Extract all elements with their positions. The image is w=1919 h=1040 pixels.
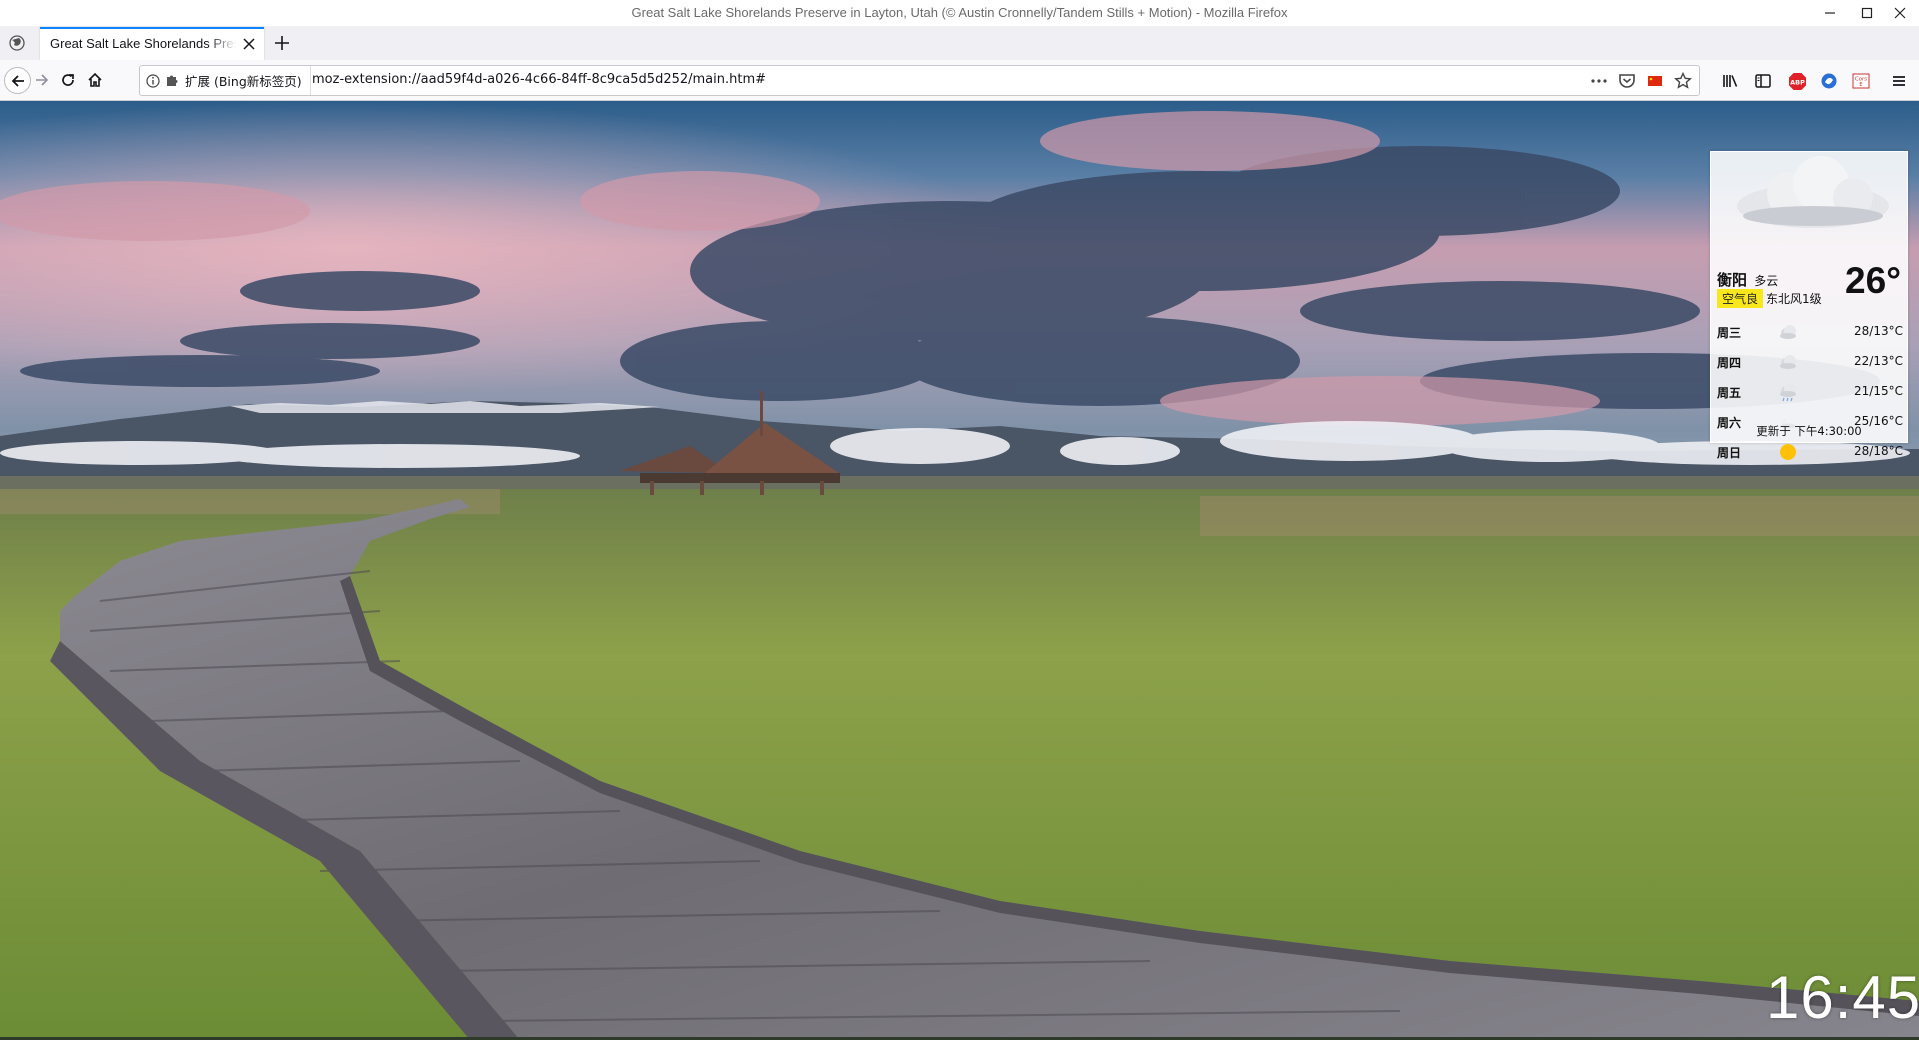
reload-button[interactable]: [56, 68, 80, 92]
sidebar-icon: [1755, 74, 1771, 88]
bookmark-star-icon[interactable]: [1673, 71, 1693, 91]
page-content: 衡阳 多云 26° 空气良 东北风1级 周三 28/13°C 周四 22/13°…: [0, 101, 1919, 1040]
library-icon: [1723, 75, 1738, 87]
url-bar[interactable]: 扩展 (Bing新标签页) moz-extension://aad59f4d-a…: [139, 65, 1700, 96]
current-temperature: 26°: [1845, 260, 1901, 301]
forecast-range: 22/13°C: [1854, 354, 1903, 368]
pocket-icon[interactable]: [1617, 71, 1637, 91]
extension-icon: [1821, 73, 1837, 89]
new-tab-icon[interactable]: [270, 31, 294, 55]
close-icon: [1894, 7, 1906, 19]
forecast-range: 28/18°C: [1854, 444, 1903, 458]
window-titlebar: Great Salt Lake Shorelands Preserve in L…: [0, 0, 1919, 26]
tab-active[interactable]: Great Salt Lake Shorelands Preserve in L…: [40, 27, 264, 60]
adblock-plus-button[interactable]: ABP: [1784, 68, 1810, 94]
menu-button[interactable]: [1886, 68, 1912, 94]
library-button[interactable]: [1718, 68, 1744, 94]
weather-updated-time: 更新于 下午4:30:00: [1756, 424, 1862, 438]
site-identity[interactable]: 扩展 (Bing新标签页): [140, 66, 311, 95]
puzzle-piece-icon: [167, 75, 178, 86]
svg-text:ABP: ABP: [1790, 78, 1805, 86]
svg-text:E: E: [1859, 82, 1862, 88]
forward-button[interactable]: [30, 68, 54, 92]
cloudy-icon: [1780, 355, 1796, 369]
minimize-button[interactable]: [1815, 2, 1845, 24]
close-window-button[interactable]: [1885, 2, 1915, 24]
adblock-plus-icon: ABP: [1788, 72, 1806, 90]
forecast-range: 21/15°C: [1854, 384, 1903, 398]
extension-button[interactable]: [1816, 68, 1842, 94]
weather-widget[interactable]: 衡阳 多云 26° 空气良 东北风1级 周三 28/13°C 周四 22/13°…: [1710, 151, 1908, 460]
forecast-range: 28/13°C: [1854, 324, 1903, 338]
navigation-toolbar: 扩展 (Bing新标签页) moz-extension://aad59f4d-a…: [0, 60, 1919, 101]
cloudy-icon: [1780, 325, 1796, 339]
more-actions-icon[interactable]: [1589, 71, 1609, 91]
forecast-row: 周三 28/13°C: [1717, 318, 1903, 348]
forecast-row: 周五 21/15°C: [1717, 378, 1903, 408]
minimize-icon: [1825, 12, 1835, 14]
tab-title: Great Salt Lake Shorelands Preserve in L…: [50, 36, 236, 51]
tab-strip: Great Salt Lake Shorelands Preserve in L…: [0, 26, 1919, 60]
china-flag-icon[interactable]: [1645, 71, 1665, 91]
clock: 16:45: [1766, 964, 1919, 1031]
globe-icon: [9, 35, 25, 51]
info-icon: [146, 73, 160, 88]
url-text[interactable]: moz-extension://aad59f4d-a026-4c66-84ff-…: [312, 72, 766, 87]
forecast-row: 周四 22/13°C: [1717, 348, 1903, 378]
cors-extension-icon: CorsE: [1852, 73, 1870, 89]
window-title: Great Salt Lake Shorelands Preserve in L…: [631, 5, 1288, 20]
maximize-button[interactable]: [1852, 2, 1882, 24]
back-arrow-icon: [11, 74, 24, 87]
maximize-icon: [1861, 7, 1873, 19]
rain-icon: [1780, 383, 1796, 402]
forecast-row: 周日 28/18°C: [1717, 438, 1903, 468]
forward-arrow-icon: [36, 74, 49, 86]
page-actions: [1589, 70, 1693, 92]
weather-city: 衡阳 多云: [1717, 269, 1778, 290]
sidebar-button[interactable]: [1750, 68, 1776, 94]
forecast-list: 周三 28/13°C 周四 22/13°C 周五 21/15°C 周六 25/1…: [1717, 318, 1903, 468]
cors-extension-button[interactable]: Cors E: [1848, 68, 1874, 94]
back-button[interactable]: [4, 67, 31, 94]
city-name: 衡阳: [1717, 271, 1748, 289]
wind-info: 东北风1级: [1766, 292, 1822, 306]
sunny-icon: [1780, 444, 1796, 460]
reload-icon: [62, 74, 74, 86]
background-photo: [0, 101, 1919, 1040]
forecast-day: 周五: [1717, 386, 1742, 400]
home-button[interactable]: [83, 68, 107, 92]
forecast-day: 周四: [1717, 356, 1742, 370]
forecast-day: 周三: [1717, 326, 1742, 340]
identity-label: 扩展 (Bing新标签页): [185, 74, 302, 89]
cloudy-large-icon: [1737, 156, 1889, 228]
air-quality-badge: 空气良: [1717, 289, 1764, 308]
close-tab-icon[interactable]: [240, 35, 258, 53]
menu-icon: [1893, 76, 1905, 86]
weather-condition: 多云: [1754, 274, 1779, 288]
forecast-day: 周日: [1717, 446, 1742, 460]
home-icon: [88, 72, 102, 87]
